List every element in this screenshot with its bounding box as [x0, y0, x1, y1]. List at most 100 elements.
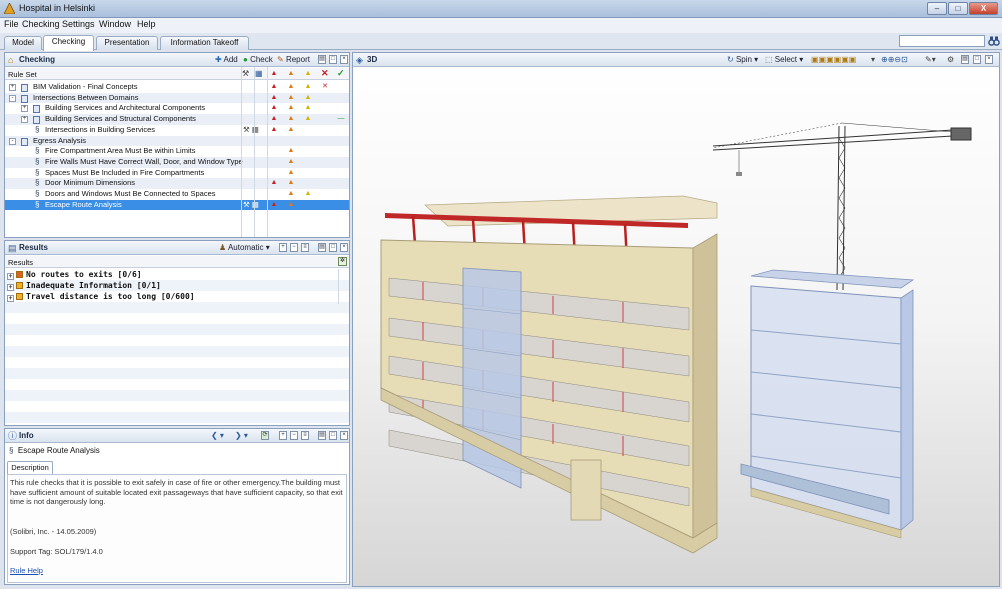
tab-description[interactable]: Description — [7, 461, 53, 474]
view-menu-icon[interactable]: ▤ — [961, 55, 969, 64]
ruleset-icon — [33, 105, 40, 114]
ruleset-row[interactable]: § Escape Route Analysis ⚒ ▦ ▲ ▲ — [5, 199, 349, 211]
spin-dropdown[interactable]: ↻ Spin ▾ — [727, 55, 758, 64]
ruleset-row[interactable]: § Intersections in Building Services ⚒ ▦ ▲ ▲ — [5, 125, 349, 136]
close-view-icon[interactable]: × — [985, 55, 993, 64]
menu-settings[interactable]: Settings — [62, 19, 95, 29]
add-button[interactable]: ✚ Add — [215, 55, 238, 64]
orange-severity-icon: ▲ — [287, 93, 295, 101]
ruleset-row[interactable]: + Building Services and Architectural Com… — [5, 103, 349, 114]
ruleset-row[interactable]: + Building Services and Structural Compon… — [5, 114, 349, 125]
maximize-view-icon[interactable]: □ — [973, 55, 981, 64]
glass-wing-side — [900, 289, 914, 531]
close-view-icon[interactable]: × — [340, 431, 348, 440]
close-button[interactable]: X — [969, 2, 998, 15]
result-label: No routes to exits [0/6] — [26, 270, 142, 279]
binoculars-icon[interactable] — [988, 35, 1000, 47]
collapse-icon[interactable]: - — [9, 94, 16, 102]
menu-help[interactable]: Help — [137, 19, 156, 29]
ruleset-row[interactable]: § Fire Walls Must Have Correct Wall, Door… — [5, 156, 349, 168]
view-menu-icon[interactable]: ▤ — [318, 243, 326, 252]
expand-icon[interactable]: + — [7, 273, 14, 280]
menu-checking[interactable]: Checking — [22, 19, 60, 29]
rule-parameters-icon[interactable]: ⚒ ▦ — [243, 125, 259, 136]
rule-help-link[interactable]: Rule Help — [10, 566, 43, 576]
ruleset-icon — [21, 84, 28, 92]
maximize-view-icon[interactable]: □ — [329, 243, 337, 252]
report-button[interactable]: ✎ Report — [277, 55, 310, 64]
close-view-icon[interactable]: × — [340, 243, 348, 252]
expand-icon[interactable]: + — [9, 84, 16, 91]
view-presets-icon[interactable]: ▣▣▣▣▣▣ — [811, 55, 856, 64]
collapse-all-icon[interactable]: − — [290, 431, 298, 440]
expand-icon[interactable]: + — [7, 284, 14, 291]
add-icon: ✚ — [215, 55, 222, 64]
view-3d-panel: ◈ 3D ↻ Spin ▾ ⬚ Select ▾ ▣▣▣▣▣▣ ▾ ⊕⊕⊖⊡ ✎… — [352, 52, 1000, 587]
report-icon: ✎ — [277, 55, 284, 64]
ruleset-row-label: Egress Analysis — [33, 135, 86, 145]
column-divider — [241, 67, 242, 237]
ruleset-row[interactable]: § Door Minimum Dimensions ▲ ▲ — [5, 178, 349, 189]
collapse-icon[interactable]: - — [9, 137, 16, 145]
yellow-severity-icon: ▲ — [304, 104, 312, 112]
list-icon[interactable]: ≡ — [301, 243, 309, 252]
select-dropdown[interactable]: ⬚ Select ▾ — [765, 55, 803, 64]
settings-icon[interactable]: ⚙ — [947, 55, 954, 64]
building-model[interactable] — [353, 68, 999, 586]
tab-checking[interactable]: Checking — [43, 35, 94, 51]
rule-icon: § — [35, 178, 40, 188]
result-row[interactable]: + No routes to exits [0/6] — [7, 269, 142, 280]
yellow-severity-icon: ▲ — [304, 115, 312, 123]
ruleset-row[interactable]: - Intersections Between Domains ▲ ▲ ▲ — [5, 92, 349, 104]
automatic-dropdown[interactable]: ♟ Automatic ▾ — [219, 243, 270, 252]
result-row[interactable]: + Travel distance is too long [0/600] — [7, 291, 195, 302]
menu-window[interactable]: Window — [99, 19, 131, 29]
tab-presentation[interactable]: Presentation — [96, 36, 158, 50]
rule-parameters-icon[interactable]: ⚒ ▦ — [243, 200, 259, 211]
zoom-icon[interactable]: ⊕⊕⊖⊡ — [881, 55, 908, 64]
search-input[interactable] — [899, 35, 985, 47]
title-bar: Hospital in Helsinki – □ X — [0, 0, 1002, 18]
ruleset-row[interactable]: § Doors and Windows Must Be Connected to … — [5, 189, 349, 200]
ruleset-row-label: Building Services and Structural Compone… — [45, 114, 196, 124]
maximize-button[interactable]: □ — [948, 2, 968, 15]
close-view-icon[interactable]: × — [340, 55, 348, 64]
refresh-icon[interactable]: ⟳ — [261, 431, 269, 440]
visibility-icon[interactable]: ▾ — [871, 55, 875, 64]
red-severity-icon: ▲ — [270, 83, 278, 90]
expand-icon[interactable]: + — [21, 105, 28, 113]
measure-icon[interactable]: ✎▾ — [925, 55, 936, 64]
spin-label: Spin — [735, 55, 752, 64]
back-icon[interactable]: ❮ ▾ — [211, 431, 224, 440]
ruleset-row[interactable]: § Fire Compartment Area Must Be within Li… — [5, 146, 349, 157]
menu-file[interactable]: File — [4, 19, 19, 29]
ruleset-row[interactable]: § Spaces Must Be Included in Fire Compart… — [5, 168, 349, 179]
red-severity-icon: ▲ — [270, 115, 278, 123]
check-button[interactable]: ● Check — [243, 55, 273, 64]
orange-severity-icon: ▲ — [287, 200, 295, 208]
red-severity-icon: ▲ — [270, 125, 278, 133]
view-menu-icon[interactable]: ▤ — [318, 55, 326, 64]
list-icon[interactable]: ≡ — [301, 431, 309, 440]
maximize-view-icon[interactable]: □ — [329, 55, 337, 64]
expand-icon[interactable]: + — [21, 116, 28, 124]
forward-icon[interactable]: ❯ ▾ — [235, 431, 248, 440]
rule-icon: § — [35, 199, 40, 209]
expand-all-icon[interactable]: + — [279, 431, 287, 440]
tab-model[interactable]: Model — [4, 36, 42, 50]
expand-icon[interactable]: + — [7, 295, 14, 302]
orange-severity-icon: ▲ — [287, 147, 295, 155]
view-menu-icon[interactable]: ▤ — [318, 431, 326, 440]
settings-icon[interactable]: ✲ — [338, 257, 347, 266]
expand-all-icon[interactable]: + — [279, 243, 287, 252]
ruleset-row[interactable]: - Egress Analysis — [5, 135, 349, 147]
collapse-all-icon[interactable]: − — [290, 243, 298, 252]
red-severity-icon: ▲ — [270, 200, 278, 208]
maximize-view-icon[interactable]: □ — [329, 431, 337, 440]
ruleset-icon — [21, 137, 28, 146]
info-title: Info — [19, 431, 34, 440]
tab-information-takeoff[interactable]: Information Takeoff — [160, 36, 249, 50]
result-row[interactable]: + Inadequate Information [0/1] — [7, 280, 161, 291]
minimize-button[interactable]: – — [927, 2, 947, 15]
ruleset-row[interactable]: + BIM Validation - Final Concepts ▲ ▲ ▲ ✕ — [5, 82, 349, 93]
